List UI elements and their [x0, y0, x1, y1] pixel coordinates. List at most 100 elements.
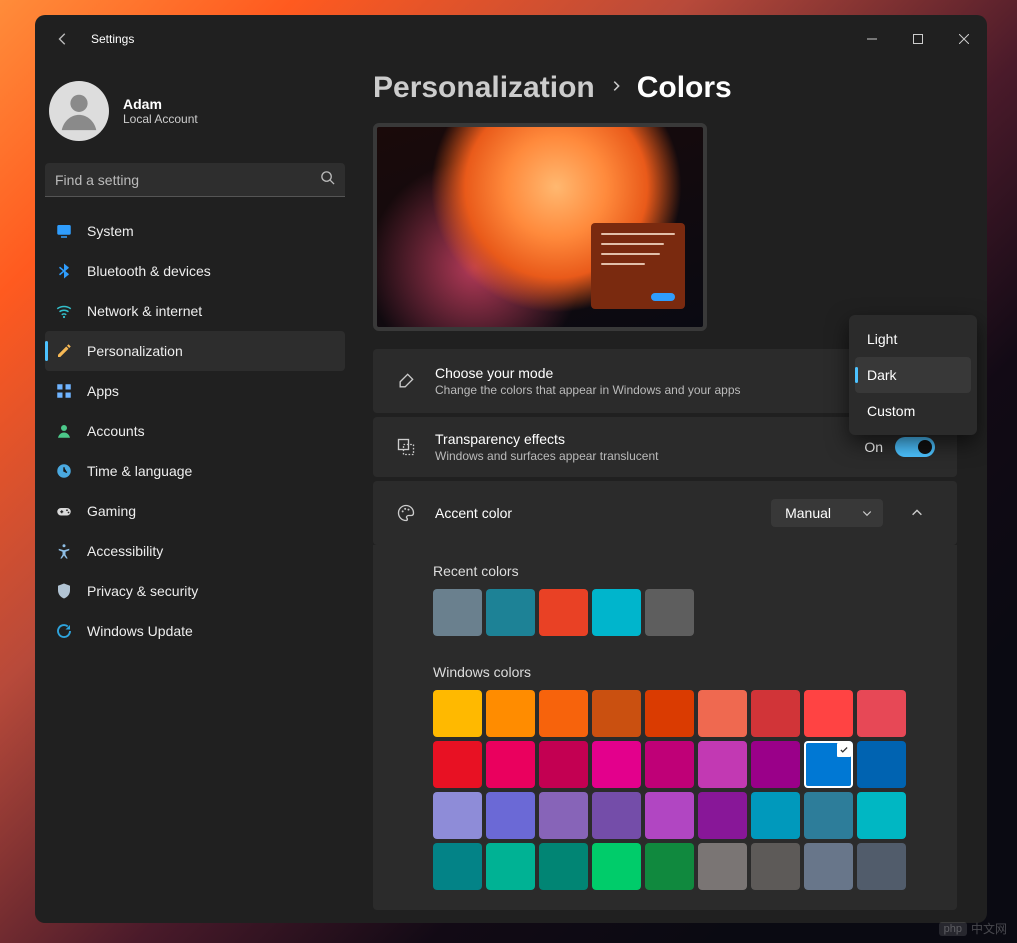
- color-swatch[interactable]: [539, 741, 588, 788]
- sidebar-item-label: Apps: [87, 383, 119, 399]
- accounts-icon: [55, 422, 73, 440]
- search-icon: [320, 170, 335, 190]
- sidebar-item-label: Accounts: [87, 423, 145, 439]
- search-box[interactable]: [45, 163, 345, 197]
- sidebar-item-accessibility[interactable]: Accessibility: [45, 531, 345, 571]
- color-swatch[interactable]: [645, 741, 694, 788]
- accent-mode-value: Manual: [785, 505, 831, 521]
- settings-window: Settings Adam Local Account System Blueto…: [35, 15, 987, 923]
- accent-title: Accent color: [435, 505, 753, 521]
- sidebar-item-apps[interactable]: Apps: [45, 371, 345, 411]
- chevron-right-icon: [609, 79, 623, 98]
- recent-colors-row: [433, 589, 935, 636]
- apps-icon: [55, 382, 73, 400]
- color-swatch[interactable]: [433, 792, 482, 839]
- sidebar-item-bluetooth-devices[interactable]: Bluetooth & devices: [45, 251, 345, 291]
- color-swatch[interactable]: [645, 843, 694, 890]
- mode-option-dark[interactable]: Dark: [855, 357, 971, 393]
- color-swatch[interactable]: [539, 690, 588, 737]
- titlebar: Settings: [35, 15, 987, 63]
- color-swatch[interactable]: [539, 792, 588, 839]
- color-swatch[interactable]: [433, 843, 482, 890]
- brush-icon: [395, 370, 417, 392]
- color-swatch[interactable]: [698, 792, 747, 839]
- sidebar-item-label: Time & language: [87, 463, 192, 479]
- color-swatch[interactable]: [539, 589, 588, 636]
- windows-colors-label: Windows colors: [433, 664, 935, 680]
- color-swatch[interactable]: [592, 690, 641, 737]
- sidebar-item-label: Network & internet: [87, 303, 202, 319]
- nav-list: System Bluetooth & devices Network & inter…: [45, 211, 345, 651]
- wifi-icon: [55, 302, 73, 320]
- color-swatch[interactable]: [804, 792, 853, 839]
- accent-panel: Recent colors Windows colors: [373, 545, 957, 910]
- user-profile[interactable]: Adam Local Account: [45, 73, 345, 153]
- color-swatch[interactable]: [857, 741, 906, 788]
- color-swatch[interactable]: [698, 741, 747, 788]
- recent-colors-label: Recent colors: [433, 563, 935, 579]
- color-swatch[interactable]: [433, 690, 482, 737]
- color-swatch[interactable]: [592, 843, 641, 890]
- transparency-toggle[interactable]: [895, 437, 935, 457]
- color-swatch[interactable]: [804, 690, 853, 737]
- mode-option-light[interactable]: Light: [855, 321, 971, 357]
- sidebar-item-time-language[interactable]: Time & language: [45, 451, 345, 491]
- mode-option-custom[interactable]: Custom: [855, 393, 971, 429]
- color-swatch[interactable]: [804, 843, 853, 890]
- color-swatch[interactable]: [592, 589, 641, 636]
- color-swatch[interactable]: [486, 741, 535, 788]
- maximize-button[interactable]: [895, 22, 941, 56]
- color-swatch[interactable]: [645, 690, 694, 737]
- search-input[interactable]: [45, 163, 345, 197]
- color-swatch[interactable]: [698, 843, 747, 890]
- color-swatch[interactable]: [433, 741, 482, 788]
- sidebar-item-windows-update[interactable]: Windows Update: [45, 611, 345, 651]
- minimize-button[interactable]: [849, 22, 895, 56]
- color-swatch[interactable]: [751, 690, 800, 737]
- sidebar-item-label: Accessibility: [87, 543, 163, 559]
- color-swatch[interactable]: [433, 589, 482, 636]
- back-button[interactable]: [51, 27, 75, 51]
- breadcrumb-parent[interactable]: Personalization: [373, 71, 595, 105]
- preview-accent-button: [651, 293, 675, 301]
- windows-colors-grid: [433, 690, 906, 890]
- color-swatch[interactable]: [857, 690, 906, 737]
- color-swatch[interactable]: [486, 690, 535, 737]
- accent-color-card[interactable]: Accent color Manual: [373, 481, 957, 545]
- breadcrumb: Personalization Colors: [373, 71, 957, 105]
- color-swatch[interactable]: [751, 843, 800, 890]
- mode-title: Choose your mode: [435, 365, 837, 381]
- sidebar-item-label: Windows Update: [87, 623, 193, 639]
- sidebar-item-gaming[interactable]: Gaming: [45, 491, 345, 531]
- sidebar-item-personalization[interactable]: Personalization: [45, 331, 345, 371]
- sidebar-item-privacy-security[interactable]: Privacy & security: [45, 571, 345, 611]
- sidebar-item-label: Bluetooth & devices: [87, 263, 211, 279]
- content-area: Personalization Colors Choose your mode …: [355, 63, 987, 923]
- color-swatch[interactable]: [804, 741, 853, 788]
- close-button[interactable]: [941, 22, 987, 56]
- color-swatch[interactable]: [645, 589, 694, 636]
- update-icon: [55, 622, 73, 640]
- color-swatch[interactable]: [751, 792, 800, 839]
- color-swatch[interactable]: [592, 792, 641, 839]
- color-swatch[interactable]: [486, 589, 535, 636]
- sidebar-item-network-internet[interactable]: Network & internet: [45, 291, 345, 331]
- color-swatch[interactable]: [857, 843, 906, 890]
- color-swatch[interactable]: [592, 741, 641, 788]
- close-icon: [959, 34, 969, 44]
- color-swatch[interactable]: [645, 792, 694, 839]
- color-swatch[interactable]: [857, 792, 906, 839]
- sidebar-item-label: Gaming: [87, 503, 136, 519]
- accent-expander[interactable]: [899, 495, 935, 531]
- sidebar-item-label: Personalization: [87, 343, 183, 359]
- color-swatch[interactable]: [486, 843, 535, 890]
- color-swatch[interactable]: [698, 690, 747, 737]
- sidebar-item-accounts[interactable]: Accounts: [45, 411, 345, 451]
- accent-mode-select[interactable]: Manual: [771, 499, 883, 527]
- breadcrumb-current: Colors: [637, 71, 732, 105]
- sidebar: Adam Local Account System Bluetooth & dev…: [35, 63, 355, 923]
- color-swatch[interactable]: [751, 741, 800, 788]
- color-swatch[interactable]: [539, 843, 588, 890]
- sidebar-item-system[interactable]: System: [45, 211, 345, 251]
- color-swatch[interactable]: [486, 792, 535, 839]
